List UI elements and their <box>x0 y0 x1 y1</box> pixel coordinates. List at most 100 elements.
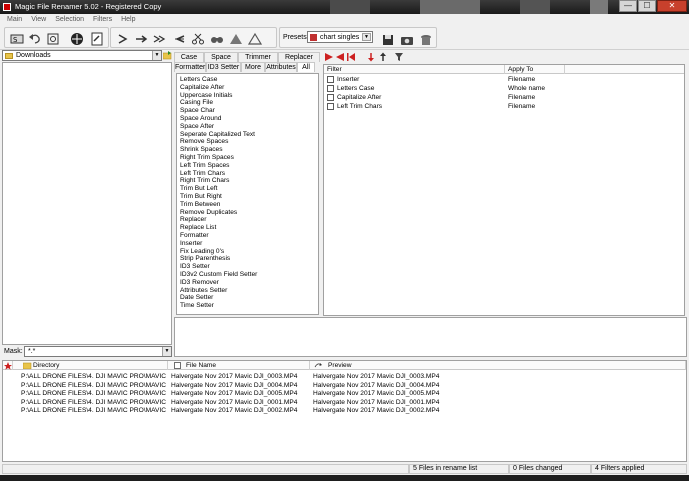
maximize-button[interactable]: ☐ <box>638 0 656 12</box>
filter-list-item[interactable]: Fix Leading 0's <box>180 248 318 256</box>
arrow-right-icon[interactable] <box>134 31 150 46</box>
filter-list-item[interactable]: Space Around <box>180 115 318 123</box>
filter-list-item[interactable]: Replace List <box>180 224 318 232</box>
filter-list-item[interactable]: Space After <box>180 123 318 131</box>
filter-apply-to[interactable]: Whole name <box>508 84 545 93</box>
filter-list-item[interactable]: ID3 Remover <box>180 279 318 287</box>
file-preview: Halvergate Nov 2017 Mavic DJI_0002.MP4 <box>313 407 440 415</box>
filter-list-item[interactable]: Inserter <box>180 240 318 248</box>
chevron-down-icon[interactable]: ▼ <box>162 347 171 356</box>
active-filter-row[interactable]: Left Trim Chars Filename <box>324 102 684 111</box>
remove-all-filters-icon[interactable] <box>346 52 356 62</box>
filter-list-item[interactable]: Casing File <box>180 99 318 107</box>
active-filters-panel: Filter Apply To Inserter Filename Letters … <box>322 50 687 316</box>
filter-list-item[interactable]: Space Char <box>180 107 318 115</box>
filter-list-item[interactable]: Uppercase Initials <box>180 92 318 100</box>
arrow-left-icon[interactable] <box>171 31 187 46</box>
binoculars-icon[interactable] <box>209 31 225 46</box>
filter-list-item[interactable]: Left Trim Chars <box>180 170 318 178</box>
filter-apply-to[interactable]: Filename <box>508 75 535 84</box>
chevron-down-icon[interactable]: ▼ <box>152 51 161 60</box>
filter-list-item[interactable]: Time Setter <box>180 302 318 310</box>
chevron-down-icon[interactable]: ▼ <box>362 33 371 41</box>
refresh-icon[interactable] <box>45 31 61 46</box>
active-filter-row[interactable]: Inserter Filename <box>324 75 684 84</box>
col-preview[interactable]: Preview <box>310 361 686 370</box>
tab-attributes[interactable]: Attributes <box>265 62 297 72</box>
triangle-outline-icon[interactable] <box>247 31 263 46</box>
filter-list-item[interactable]: Right Trim Chars <box>180 177 318 185</box>
properties-icon[interactable] <box>89 31 105 46</box>
filter-settings-icon[interactable] <box>394 52 404 62</box>
filter-list-item[interactable]: Formatter <box>180 232 318 240</box>
filter-list-item[interactable]: Shrink Spaces <box>180 146 318 154</box>
col-apply-to[interactable]: Apply To <box>505 65 565 74</box>
double-arrow-icon[interactable] <box>152 31 168 46</box>
tab-replacer[interactable]: Replacer <box>278 52 320 62</box>
presets-dropdown[interactable]: chart singles ▼ <box>307 31 373 43</box>
menu-filters[interactable]: Filters <box>90 14 115 25</box>
tab-id3-setter[interactable]: ID3 Setter <box>206 62 241 72</box>
filter-apply-to[interactable]: Filename <box>508 102 535 111</box>
undo-icon[interactable] <box>27 31 43 46</box>
col-filter[interactable]: Filter <box>324 65 505 74</box>
remove-filter-icon[interactable] <box>335 52 345 62</box>
filter-apply-to[interactable]: Filename <box>508 93 535 102</box>
col-file-name[interactable]: File Name <box>168 361 310 370</box>
mask-dropdown[interactable]: *.* ▼ <box>24 346 172 357</box>
filter-checkbox[interactable] <box>327 94 334 101</box>
folder-dropdown[interactable]: Downloads ▼ <box>2 50 162 61</box>
filter-list-item[interactable]: Seperate Capitalized Text <box>180 131 318 139</box>
menu-selection[interactable]: Selection <box>52 14 87 25</box>
filter-checkbox[interactable] <box>327 103 334 110</box>
menu-main[interactable]: Main <box>4 14 25 25</box>
tab-space[interactable]: Space <box>204 52 238 62</box>
filter-list-item[interactable]: Replacer <box>180 216 318 224</box>
filter-list-item[interactable]: ID3 Setter <box>180 263 318 271</box>
filter-list-item[interactable]: Remove Spaces <box>180 138 318 146</box>
filter-list-item[interactable]: Letters Case <box>180 76 318 84</box>
filter-list-item[interactable]: Left Trim Spaces <box>180 162 318 170</box>
filter-list-item[interactable]: Date Setter <box>180 294 318 302</box>
filter-list-item[interactable]: Strip Parenthesis <box>180 255 318 263</box>
tab-all[interactable]: All <box>297 62 315 72</box>
active-filter-row[interactable]: Letters Case Whole name <box>324 84 684 93</box>
filter-list-item[interactable]: Right Trim Spaces <box>180 154 318 162</box>
filter-list-item[interactable]: Capitalize After <box>180 84 318 92</box>
close-button[interactable]: ✕ <box>657 0 687 12</box>
active-filter-row[interactable]: Capitalize After Filename <box>324 93 684 102</box>
rename-icon[interactable]: S <box>9 31 25 46</box>
scissors-icon[interactable] <box>190 31 206 46</box>
filter-list-item[interactable]: ID3v2 Custom Field Setter <box>180 271 318 279</box>
move-up-icon[interactable] <box>378 52 388 62</box>
goto-icon[interactable] <box>115 31 131 46</box>
menu-help[interactable]: Help <box>118 14 138 25</box>
filter-list-item[interactable]: Trim But Left <box>180 185 318 193</box>
filter-checkbox[interactable] <box>327 85 334 92</box>
menu-view[interactable]: View <box>28 14 49 25</box>
stop-icon[interactable] <box>69 31 85 46</box>
folder-tree[interactable] <box>2 62 172 345</box>
minimize-button[interactable]: — <box>619 0 637 12</box>
add-filter-icon[interactable] <box>324 52 334 62</box>
star-icon[interactable] <box>3 361 13 370</box>
triangle-icon[interactable] <box>228 31 244 46</box>
move-down-icon[interactable] <box>366 52 376 62</box>
filter-list-item[interactable]: Trim Between <box>180 201 318 209</box>
col-directory[interactable]: Directory <box>13 361 168 370</box>
filter-checkbox[interactable] <box>327 76 334 83</box>
folder-up-icon[interactable] <box>162 50 172 61</box>
tab-case[interactable]: Case <box>174 52 204 62</box>
filter-panel: Case Space Trimmer Replacer Formatter ID… <box>174 50 320 316</box>
window-title: Magic File Renamer 5.02 - Registered Cop… <box>15 2 162 11</box>
filter-list-item[interactable]: Remove Duplicates <box>180 209 318 217</box>
delete-icon[interactable] <box>418 32 434 47</box>
tab-more[interactable]: More <box>241 62 265 72</box>
tab-trimmer[interactable]: Trimmer <box>238 52 278 62</box>
file-row[interactable]: P:\ALL DRONE FILES\4. DJI MAVIC PRO\MAVI… <box>3 406 686 415</box>
camera-icon[interactable] <box>399 32 415 47</box>
filter-list-item[interactable]: Trim But Right <box>180 193 318 201</box>
save-icon[interactable] <box>380 32 396 47</box>
tab-formatter[interactable]: Formatter <box>174 62 206 72</box>
filter-list-item[interactable]: Attributes Setter <box>180 287 318 295</box>
